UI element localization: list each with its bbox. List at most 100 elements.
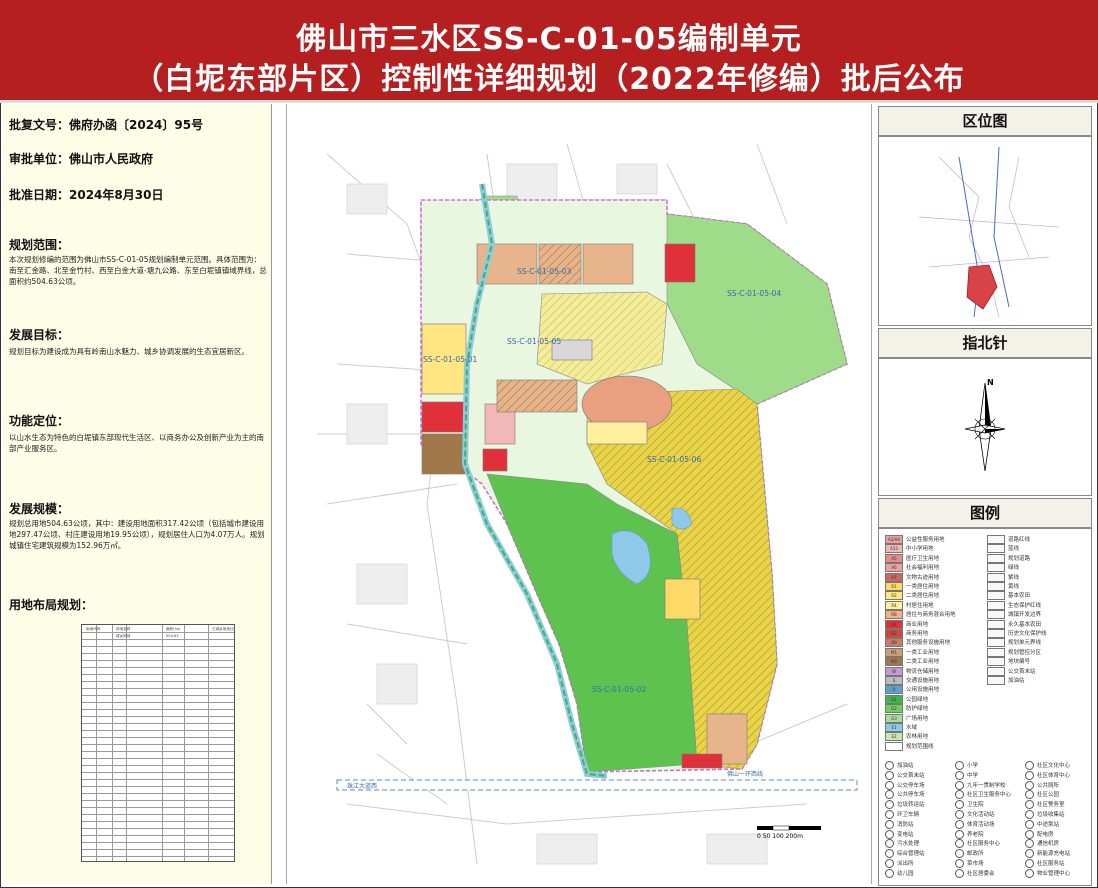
facility-legend-item: 社区警务室 [1025,800,1065,810]
legend-item: RB 居住与商务混合用地 [885,610,956,620]
facility-legend-item: 垃圾转运站 [885,800,925,810]
facility-legend-item: 卫生院 [955,800,984,810]
legend-item: U 公用设施用地 [885,685,939,695]
legend-item: E2 农林用地 [885,732,928,742]
land-use-table: 用地代码 用地名称 面积(ha) 占城乡用地比例(%) 城乡用地 504.63 [81,624,235,862]
legend-line-item: 城镇开发边界 [987,610,1041,620]
legend-line-item: 黄线 [987,582,1019,591]
facility-legend-item: 公交停车场 [885,780,925,791]
scale-bar: 0 50 100 200m [757,825,821,840]
legend-item: G2 防护绿地 [885,704,928,714]
facility-legend-item: 体育活动场 [955,819,995,830]
block-industrial [421,433,467,475]
approval-date: 批准日期：2024年8月30日 [9,188,164,202]
title-line-2: （白坭东部片区）控制性详细规划（2022年修编）批后公布 [133,62,965,97]
svg-text:0 50 100 200m: 0 50 100 200m [757,833,803,840]
legend-item: A5 医疗卫生用地 [885,553,939,563]
facility-legend-item: 污水处理 [885,839,919,849]
facility-legend-item: 幼儿园 [885,868,914,879]
facility-legend-item: 加油站 [885,761,914,771]
function-text: 以山水生态为特色的白坭镇东部现代生活区、以商务办公及创新产业为主的南部产业服务区… [9,433,264,453]
label-unit-02: SS-C-01-05-02 [592,685,646,694]
legend-title: 图例 [878,498,1092,528]
label-road-bottom: 佛山一环西线 [727,770,763,778]
facility-legend-item: 文化活动站 [955,810,995,820]
info-panel: 批复文号：佛府办函〔2024〕95号 审批单位：佛山市人民政府 批准日期：202… [3,104,272,884]
goal-text: 规划目标为建设成为具有岭南山水魅力、城乡协调发展的生态宜居新区。 [9,347,249,356]
legend-item: A33 中小学用地 [885,544,934,554]
legend-item: R4 村居住用地 [885,600,934,610]
table-header-cell: 占城乡用地比例(%) [212,626,234,631]
legend-item: A7 文物古迹用地 [885,572,939,582]
legend-line-item: 永久基本农田 [987,619,1041,629]
facility-legend-item: 社区公园 [1025,790,1059,800]
legend-line-item: 地块编号 [987,657,1030,667]
table-total-label: 城乡用地 [116,633,131,638]
block-commercial [664,243,696,283]
legend-line-item: 规划单元界线 [987,638,1041,648]
legend-item: W 物流仓储用地 [885,666,939,676]
scope-title: 规划范围： [9,238,70,252]
land-use-map: SS-C-01-05-03 SS-C-01-05-04 SS-C-01-05-0… [286,104,872,884]
block-mixed-4 [496,379,578,413]
label-unit-05: SS-C-01-05-05 [507,337,561,346]
facility-legend-item: 社区居委会 [955,868,995,879]
location-map-title: 区位图 [878,106,1092,136]
legend-item: R2 二类居住用地 [885,591,939,601]
block-commercial-3 [482,448,508,472]
facility-legend-item: 新能源充电站 [1025,849,1070,859]
facility-legend-item: 社区文化中心 [1025,761,1070,771]
facility-legend-item: 中学 [955,770,978,781]
project-location-marker [966,264,998,310]
title-banner: 佛山市三水区SS-C-01-05编制单元 （白坭东部片区）控制性详细规划（202… [0,0,1098,102]
block-mixed-2 [538,243,582,285]
legend-item: R1 一类居住用地 [885,582,939,591]
legend-item: M2 二类工业用地 [885,657,939,667]
legend-item: G3 广场用地 [885,713,928,723]
facility-legend-item: 派出所 [885,859,914,869]
label-unit-06: SS-C-01-05-06 [647,455,701,464]
facility-legend-item: 物业管理中心 [1025,868,1070,879]
block-commercial-2 [421,401,467,433]
label-unit-04: SS-C-01-05-04 [727,289,781,298]
label-road-south: 珠江大道西 [347,782,377,790]
divider [0,100,1098,103]
svg-text:N: N [987,378,994,387]
legend-item: B2 商务用地 [885,629,928,638]
legend-panel: A3/A4 公益性服务用地 A33 中小学用地 A5 医疗卫生用地 A6 社会福利用地 A7 文物… [878,528,1092,886]
facility-legend-item: 综合管理站 [885,849,925,859]
legend-line-item: 历史文化保护线 [987,629,1047,638]
block-residential-3 [664,578,701,620]
table-cells: 用地代码 用地名称 面积(ha) 占城乡用地比例(%) 城乡用地 504.63 [86,626,234,638]
legend-item: A6 社会福利用地 [885,563,939,573]
scale-text: 规划总用地504.63公顷，其中：建设用地面积317.42公顷（包括城市建设用地… [9,519,265,550]
legend-item: A3/A4 公益性服务用地 [885,535,945,544]
table-header-cell: 用地名称 [116,626,131,631]
legend-line-item: 紫线 [987,572,1019,582]
facility-legend-item: 公共厕所 [1025,780,1059,791]
scale-title: 发展规模： [9,502,70,516]
landuse-title: 用地布局规划： [9,598,94,612]
facility-legend-item: 垃圾收集站 [1025,810,1065,820]
compass-icon: N [964,378,1006,472]
block-mixed-3 [582,243,634,285]
facility-legend-item: 菜市场 [955,859,984,869]
legend-line-item: 道路红线 [987,535,1030,544]
label-unit-03: SS-C-01-05-03 [517,267,571,276]
side-panel: 区位图 指北针 N 图例 A3/A4 公益性服务用地 A33 中小学用地 A5 … [874,104,1098,886]
legend-line-item: 蓝线 [987,544,1019,554]
location-map-graphic [918,146,1060,318]
table-header-cell: 面积(ha) [166,626,181,631]
legend-item: S 交通设施用地 [885,676,939,685]
table-header-cell: 用地代码 [86,626,101,631]
legend-item: 规划范围线 [885,741,934,751]
legend-item: G1 公园绿地 [885,694,928,704]
function-title: 功能定位： [9,414,70,428]
legend-item: M1 一类工业用地 [885,647,939,657]
legend-line-item: 规划道路 [987,553,1030,563]
expressway [336,779,858,791]
legend-line-item: 规划管控分区 [987,647,1041,657]
goal-title: 发展目标： [9,328,70,342]
facility-legend-item: 公共停车场 [885,790,925,800]
legend-item: B1 商业用地 [885,619,928,629]
